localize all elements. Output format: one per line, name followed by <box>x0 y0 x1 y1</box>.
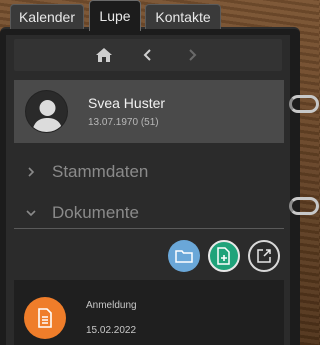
document-actions <box>168 240 280 272</box>
add-document-icon <box>217 247 230 265</box>
section-dokumente[interactable]: Dokumente <box>14 199 284 227</box>
forward-button[interactable] <box>181 44 203 66</box>
export-button[interactable] <box>248 240 280 272</box>
person-birthdate: 13.07.1970 (51) <box>88 117 159 128</box>
document-info: Anmeldung 15.02.2022 <box>86 300 137 336</box>
document-title: Anmeldung <box>86 299 137 311</box>
divider <box>14 228 284 229</box>
open-folder-button[interactable] <box>168 240 200 272</box>
document-date: 15.02.2022 <box>86 324 137 336</box>
chevron-right-icon <box>189 49 197 61</box>
tab-lupe[interactable]: Lupe <box>89 0 141 31</box>
chevron-down-icon <box>16 208 46 218</box>
user-silhouette-icon <box>32 100 63 132</box>
section-label: Dokumente <box>52 203 139 222</box>
document-icon <box>24 296 66 339</box>
person-card[interactable]: Svea Huster 13.07.1970 (51) <box>14 80 284 143</box>
content-panel: Svea Huster 13.07.1970 (51) Stammdaten D… <box>6 35 290 345</box>
binder-ring <box>289 197 319 215</box>
avatar <box>25 90 68 133</box>
section-label: Stammdaten <box>52 162 149 181</box>
chevron-right-icon <box>16 166 46 178</box>
tab-bar: Kalender Lupe Kontakte <box>0 0 300 31</box>
export-icon <box>257 249 271 263</box>
folder-icon <box>175 250 193 263</box>
document-item[interactable]: Anmeldung 15.02.2022 <box>14 280 284 345</box>
home-icon <box>96 48 112 62</box>
back-button[interactable] <box>137 44 159 66</box>
nav-bar <box>14 39 282 71</box>
add-document-button[interactable] <box>208 240 240 272</box>
person-name: Svea Huster <box>88 95 166 111</box>
chevron-left-icon <box>143 49 151 61</box>
person-info: Svea Huster 13.07.1970 (51) <box>88 95 165 128</box>
home-button[interactable] <box>93 44 115 66</box>
binder-ring <box>289 95 319 113</box>
tab-kalender[interactable]: Kalender <box>10 4 84 29</box>
section-stammdaten[interactable]: Stammdaten <box>14 158 284 186</box>
tab-kontakte[interactable]: Kontakte <box>145 4 221 29</box>
